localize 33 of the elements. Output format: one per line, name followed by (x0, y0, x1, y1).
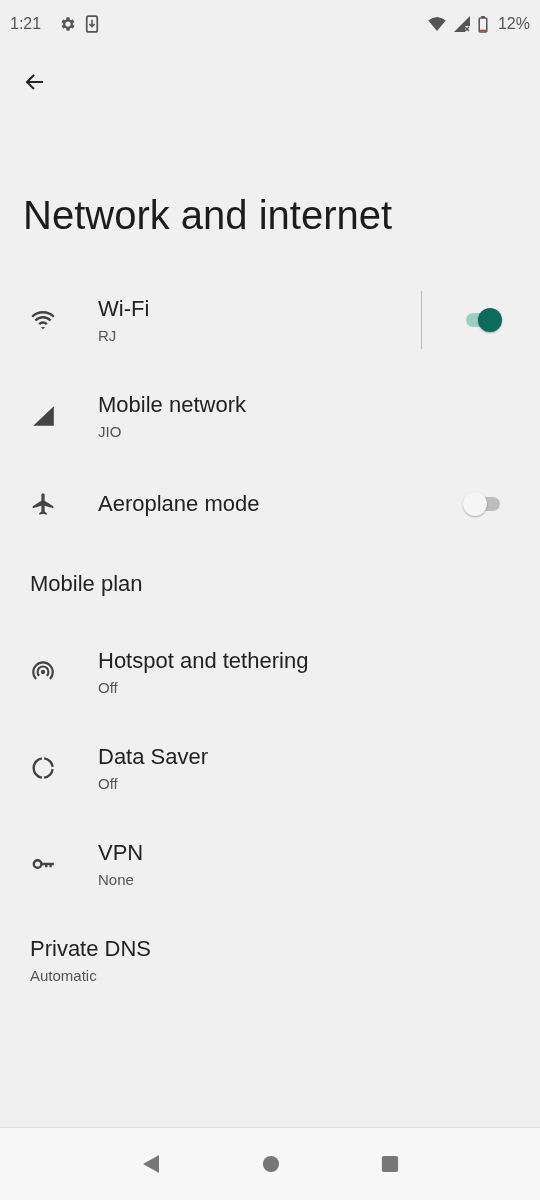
signal-icon (453, 16, 470, 32)
item-summary: None (98, 869, 135, 890)
item-title: Data Saver (98, 742, 210, 771)
settings-item[interactable]: Hotspot and tethering Off (0, 624, 540, 720)
item-title: Mobile network (98, 390, 247, 419)
recents-icon[interactable] (381, 1155, 400, 1173)
item-summary: RJ (98, 325, 118, 346)
item-title: Mobile plan (30, 570, 144, 598)
settings-item[interactable]: Data Saver Off (0, 720, 540, 816)
settings-item[interactable]: Aeroplane mode (0, 464, 540, 544)
status-time: 1:21 (10, 15, 42, 33)
battery-icon (477, 15, 488, 33)
settings-item[interactable]: Mobile network JIO (0, 368, 540, 464)
home-icon[interactable] (262, 1155, 280, 1173)
item-summary: Off (98, 677, 119, 698)
item-summary: Off (98, 773, 119, 794)
item-title: Aeroplane mode (98, 490, 261, 518)
battery-percent: 12% (497, 15, 530, 33)
item-title: Hotspot and tethering (98, 646, 310, 675)
download-icon (85, 15, 100, 33)
wifi-icon (427, 17, 446, 31)
settings-item[interactable]: Private DNS Automatic (0, 912, 540, 1008)
data-saver-icon (30, 755, 56, 781)
settings-item[interactable]: Mobile plan (0, 544, 540, 624)
settings-item[interactable]: VPN None (0, 816, 540, 912)
settings-item[interactable]: Wi-Fi RJ (0, 272, 540, 368)
item-title: Wi-Fi (98, 294, 151, 323)
page-title: Network and internet (22, 192, 394, 239)
item-title: VPN (98, 838, 145, 867)
item-summary: Automatic (30, 965, 98, 986)
aeroplane-icon (30, 491, 56, 517)
item-summary: JIO (98, 421, 123, 442)
item-title: Private DNS (30, 934, 153, 963)
